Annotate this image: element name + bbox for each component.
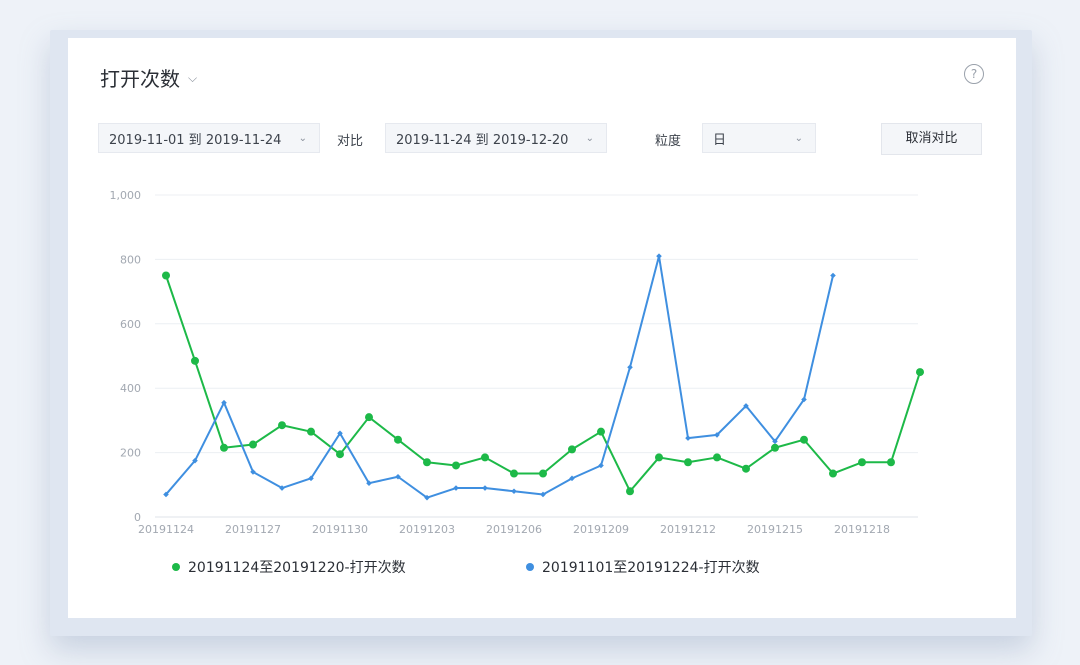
data-point [830, 272, 836, 279]
series-line [165, 255, 834, 499]
y-tick-label: 200 [120, 447, 141, 460]
data-point [626, 487, 634, 496]
data-point [829, 469, 837, 478]
data-point [249, 440, 257, 449]
y-tick-label: 1,000 [110, 189, 142, 202]
data-point [597, 427, 605, 436]
y-tick-label: 400 [120, 382, 141, 395]
data-point [511, 488, 517, 495]
x-tick-label: 20191212 [660, 523, 716, 536]
data-point [278, 421, 286, 430]
data-point [713, 453, 721, 462]
data-point [336, 450, 344, 459]
x-tick-label: 20191130 [312, 523, 368, 536]
data-point [307, 427, 315, 436]
data-point [510, 469, 518, 478]
x-tick-label: 20191127 [225, 523, 281, 536]
legend-item-series-1[interactable]: 20191124至20191220-打开次数 [172, 557, 406, 577]
data-point [452, 461, 460, 470]
data-point [162, 271, 170, 280]
data-point [684, 458, 692, 467]
data-point [423, 458, 431, 467]
x-tick-label: 20191215 [747, 523, 803, 536]
legend-label: 20191101至20191224-打开次数 [542, 560, 760, 576]
x-tick-label: 20191209 [573, 523, 629, 536]
data-point [916, 368, 924, 377]
legend-item-series-2[interactable]: 20191101至20191224-打开次数 [526, 557, 760, 577]
x-tick-label: 20191218 [834, 523, 890, 536]
y-tick-label: 600 [120, 318, 141, 331]
data-point [656, 253, 662, 259]
data-point [365, 413, 373, 422]
legend-label: 20191124至20191220-打开次数 [188, 560, 406, 576]
data-point [887, 458, 895, 467]
legend-dot-green [172, 563, 180, 571]
data-point [655, 453, 663, 462]
data-point [800, 435, 808, 444]
data-point [742, 464, 750, 473]
data-point [481, 453, 489, 462]
x-tick-label: 20191203 [399, 523, 455, 536]
x-tick-label: 20191124 [138, 523, 194, 536]
data-point [482, 485, 488, 491]
y-tick-label: 800 [120, 253, 141, 266]
x-tick-label: 20191206 [486, 523, 542, 536]
data-point [220, 443, 228, 452]
legend-dot-blue [526, 563, 534, 571]
data-point [539, 469, 547, 478]
data-point [771, 443, 779, 452]
data-point [191, 356, 199, 365]
data-point [685, 435, 691, 441]
data-point [568, 445, 576, 454]
data-point [858, 458, 866, 467]
data-point [627, 364, 633, 371]
data-point [394, 435, 402, 444]
data-point [453, 485, 459, 491]
